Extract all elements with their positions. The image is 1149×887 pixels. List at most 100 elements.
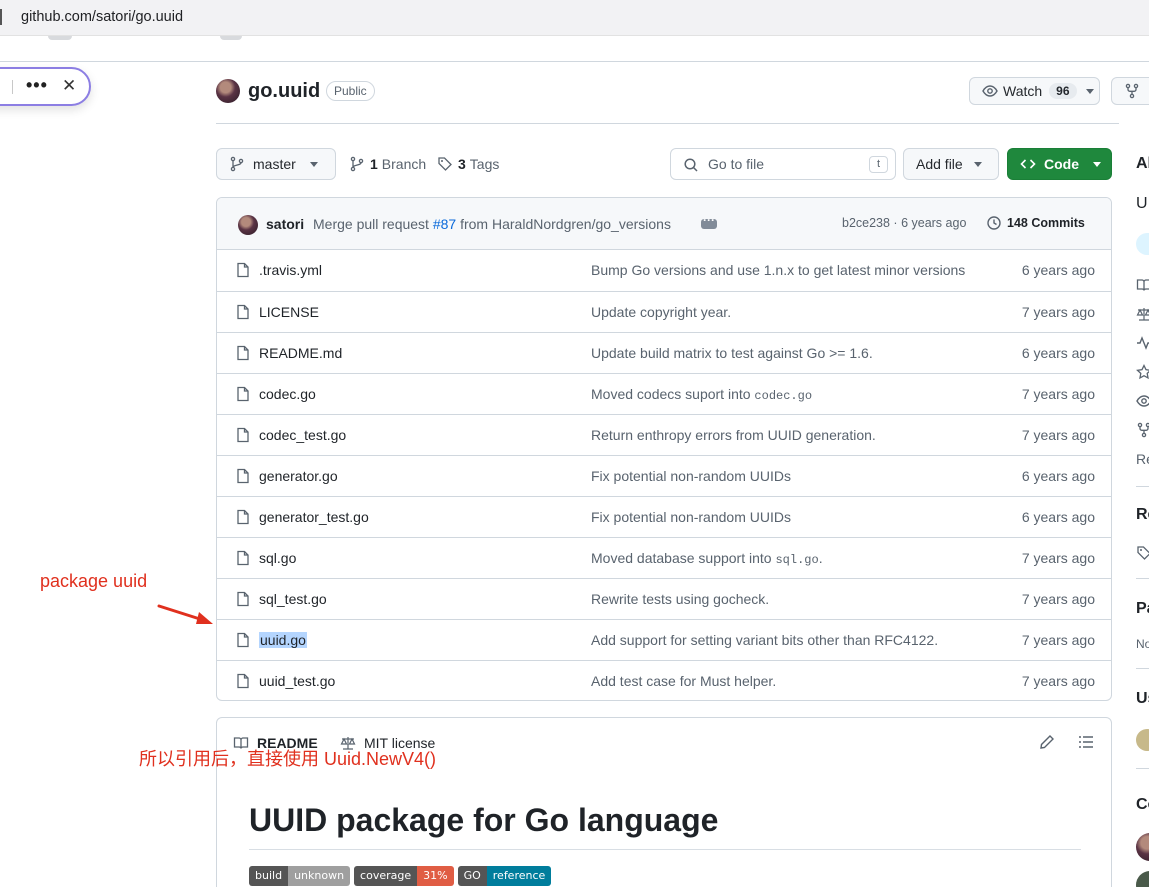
file-name-link[interactable]: codec.go (259, 386, 316, 402)
file-commit-message[interactable]: Bump Go versions and use 1.n.x to get la… (591, 262, 965, 278)
table-row[interactable]: generator.go Fix potential non-random UUI… (217, 455, 1111, 496)
go-to-file-input[interactable]: Go to file t (670, 148, 896, 180)
address-bar-edge (0, 9, 3, 25)
file-commit-age: 6 years ago (1021, 468, 1095, 484)
search-icon (684, 158, 698, 172)
file-name-link[interactable]: LICENSE (259, 304, 319, 320)
table-row[interactable]: codec.go Moved codecs suport into codec.g… (217, 373, 1111, 414)
file-commit-message[interactable]: Update build matrix to test against Go >… (591, 345, 873, 361)
file-commit-age: 7 years ago (1021, 386, 1095, 402)
readme-badge[interactable]: GO reference (457, 866, 552, 886)
header-divider (216, 123, 1119, 124)
topic-pill[interactable] (1136, 233, 1149, 255)
watch-button[interactable]: Watch 96 (969, 77, 1100, 105)
table-row[interactable]: sql_test.go Rewrite tests using gocheck. 7… (217, 578, 1111, 619)
code-label: Code (1044, 156, 1079, 172)
commit-message-text: Add support for setting variant bits oth… (591, 632, 939, 648)
file-name-link[interactable]: generator.go (259, 468, 338, 484)
table-row[interactable]: uuid.go Add support for setting variant b… (217, 619, 1111, 660)
code-button[interactable]: Code (1007, 148, 1112, 180)
file-commit-message[interactable]: Fix potential non-random UUIDs (591, 509, 791, 525)
close-icon[interactable]: ✕ (62, 76, 76, 96)
list-icon[interactable] (1078, 734, 1094, 750)
file-name-link[interactable]: .travis.yml (259, 262, 322, 278)
file-commit-message[interactable]: Rewrite tests using gocheck. (591, 591, 769, 607)
commit-message[interactable]: Merge pull request #87 from HaraldNordgr… (313, 216, 671, 232)
file-commit-message[interactable]: Update copyright year. (591, 304, 731, 320)
sidebar-divider (1136, 486, 1149, 487)
report-link[interactable]: Re (1136, 451, 1149, 467)
url-text[interactable]: github.com/satori/go.uuid (21, 9, 183, 25)
file-name-link[interactable]: README.md (259, 345, 342, 361)
table-row[interactable]: LICENSE Update copyright year. 7 years ago (217, 291, 1111, 332)
table-row[interactable]: sql.go Moved database support into sql.go… (217, 537, 1111, 578)
pencil-icon[interactable] (1039, 734, 1055, 750)
commit-author-avatar[interactable] (238, 215, 258, 235)
releases-heading[interactable]: Re (1136, 506, 1149, 524)
pr-link[interactable]: #87 (433, 216, 456, 232)
toolbar-divider (12, 80, 13, 94)
used-by-heading[interactable]: Us (1136, 690, 1149, 708)
chevron-down-icon (973, 161, 982, 167)
file-name-link[interactable]: generator_test.go (259, 509, 369, 525)
file-commit-message[interactable]: Add support for setting variant bits oth… (591, 632, 938, 648)
file-icon (235, 262, 251, 281)
add-file-button[interactable]: Add file (903, 148, 999, 180)
fork-icon (1125, 83, 1139, 99)
contributors-heading[interactable]: Co (1136, 796, 1149, 814)
commit-author[interactable]: satori (266, 216, 304, 232)
table-row[interactable]: .travis.yml Bump Go versions and use 1.n.… (217, 250, 1111, 291)
file-name-link[interactable]: sql.go (259, 550, 296, 566)
about-heading: Al (1136, 155, 1149, 172)
chevron-down-icon (1093, 161, 1101, 167)
file-commit-message[interactable]: Return enthropy errors from UUID generat… (591, 427, 876, 443)
watch-count: 96 (1049, 83, 1077, 99)
readme-badge[interactable]: coverage 31% (354, 866, 454, 886)
repo-nav-strip (0, 36, 1149, 62)
readme-title-divider (249, 849, 1081, 850)
branches-link[interactable]: 1 Branch (349, 156, 426, 172)
file-icon (235, 550, 251, 569)
file-commit-message[interactable]: Add test case for Must helper. (591, 673, 776, 689)
file-commit-message[interactable]: Fix potential non-random UUIDs (591, 468, 791, 484)
sidebar-divider (1136, 768, 1149, 769)
packages-heading[interactable]: Pa (1136, 600, 1149, 618)
file-commit-message[interactable]: Moved database support into sql.go. (591, 550, 823, 567)
branch-selector[interactable]: master (216, 148, 336, 180)
table-row[interactable]: codec_test.go Return enthropy errors from… (217, 414, 1111, 455)
book-icon (1136, 279, 1149, 291)
tags-label: Tags (469, 156, 500, 172)
file-commit-message[interactable]: Moved codecs suport into codec.go (591, 386, 812, 403)
commits-link[interactable]: 148 Commits (986, 215, 1085, 231)
repo-name[interactable]: go.uuid (248, 80, 320, 103)
badge-value: 31% (417, 866, 454, 886)
commit-sha-age[interactable]: b2ce238 · 6 years ago (842, 216, 966, 230)
more-icon[interactable]: ••• (26, 75, 48, 96)
commit-message-suffix: from HaraldNordgren/go_versions (460, 216, 671, 232)
contributor-avatar[interactable] (1136, 833, 1149, 861)
used-by-avatar[interactable] (1136, 729, 1149, 751)
file-icon (235, 632, 251, 651)
expand-commit-icon[interactable] (701, 213, 717, 229)
fork-button[interactable] (1111, 77, 1149, 105)
file-name-link[interactable]: uuid.go (259, 632, 307, 648)
table-row[interactable]: uuid_test.go Add test case for Must helpe… (217, 660, 1111, 700)
contributor-avatar[interactable] (1136, 871, 1149, 887)
readme-badge[interactable]: build unknown (249, 866, 351, 886)
table-row[interactable]: generator_test.go Fix potential non-rando… (217, 496, 1111, 537)
tags-link[interactable]: 3 Tags (437, 156, 499, 172)
commit-message-text: Fix potential non-random UUIDs (591, 468, 791, 484)
history-icon (987, 216, 1001, 230)
file-icon (235, 468, 251, 487)
file-name-link[interactable]: uuid_test.go (259, 673, 335, 689)
file-icon (235, 673, 251, 692)
file-name-link[interactable]: codec_test.go (259, 427, 346, 443)
owner-avatar[interactable] (216, 79, 240, 103)
tag-icon (1137, 546, 1149, 560)
file-name-link[interactable]: sql_test.go (259, 591, 327, 607)
table-row[interactable]: README.md Update build matrix to test aga… (217, 332, 1111, 373)
browser-address-bar[interactable]: github.com/satori/go.uuid (0, 0, 1149, 36)
scale-icon (1136, 308, 1149, 321)
commit-message-code: sql.go (775, 553, 819, 567)
file-commit-age: 7 years ago (1021, 304, 1095, 320)
